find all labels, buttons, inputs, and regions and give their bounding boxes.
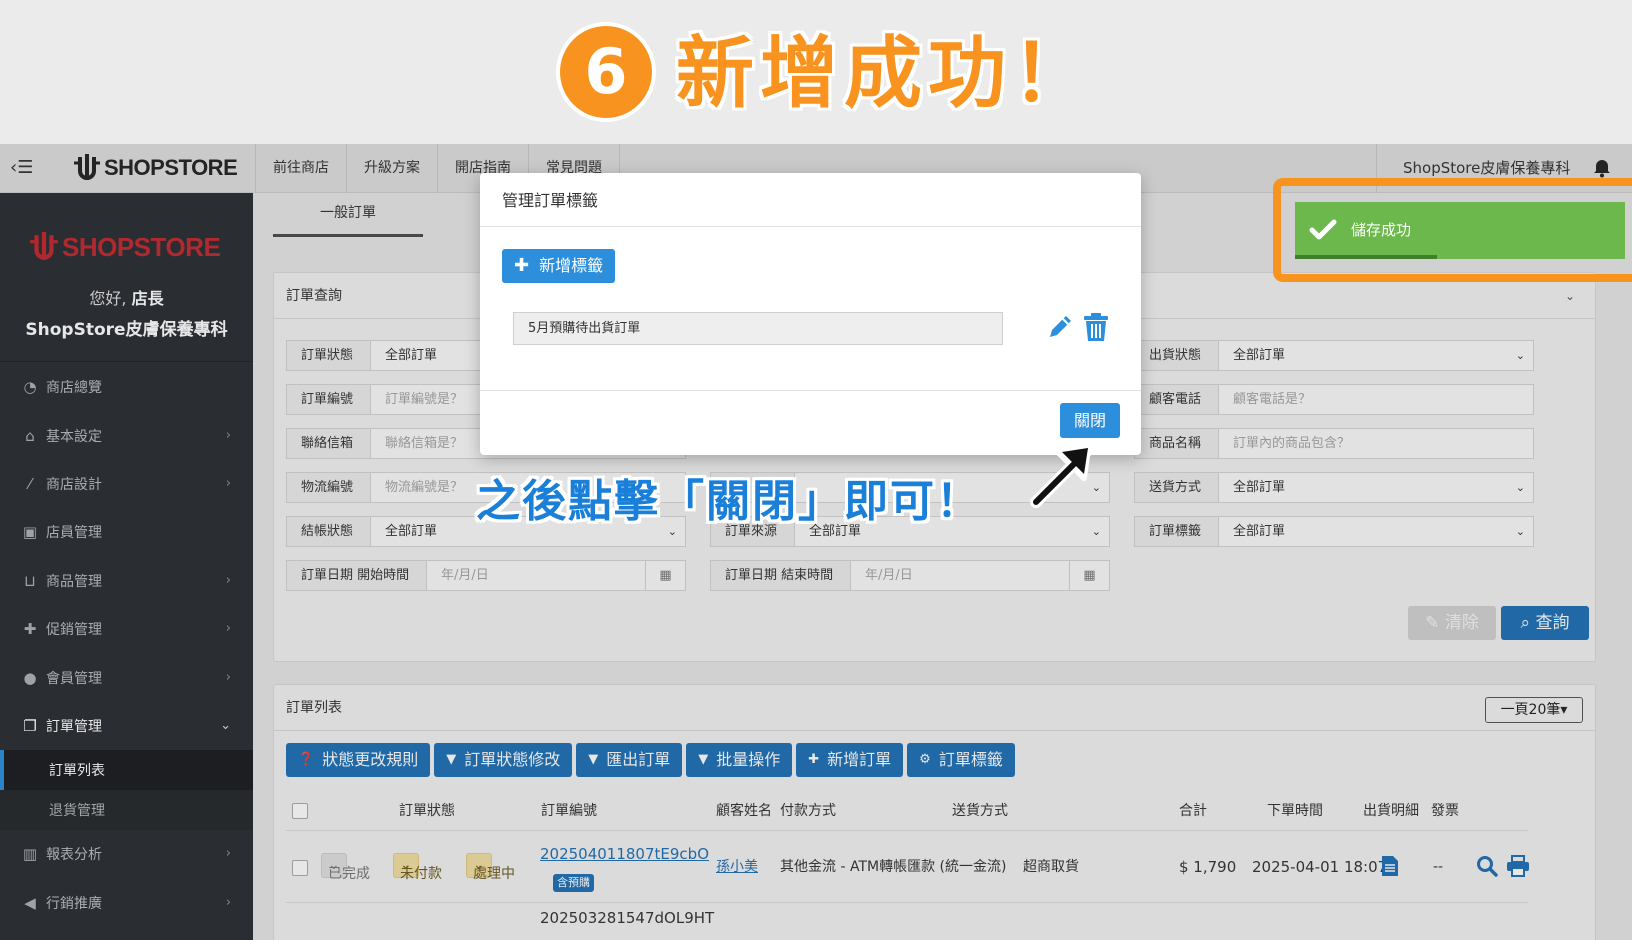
trash-icon[interactable] [1083,312,1109,342]
banner-title: 新增成功！ [676,29,1097,119]
check-icon [1309,219,1337,240]
instruction-callout: 之後點擊「關閉」即可！ [476,476,982,527]
arrow-icon [1030,445,1092,508]
toast-progress-bar [1295,255,1437,259]
instruction-banner: 6 新增成功！ [0,0,1632,144]
manage-tags-modal: 管理訂單標籤 ✚ 新增標籤 5月預購待出貨訂單 關閉 [480,173,1141,455]
divider [480,390,1141,391]
add-tag-label: 新增標籤 [539,256,604,275]
step-number: 6 [560,26,652,118]
pencil-icon[interactable] [1046,313,1074,341]
close-button[interactable]: 關閉 [1060,403,1120,438]
success-toast[interactable]: 儲存成功 [1295,202,1625,259]
plus-icon: ✚ [514,255,530,276]
add-tag-button[interactable]: ✚ 新增標籤 [502,249,616,283]
tag-name-input[interactable]: 5月預購待出貨訂單 [513,312,1003,345]
toast-message: 儲存成功 [1351,221,1412,239]
modal-title: 管理訂單標籤 [502,191,599,210]
divider [480,226,1141,227]
